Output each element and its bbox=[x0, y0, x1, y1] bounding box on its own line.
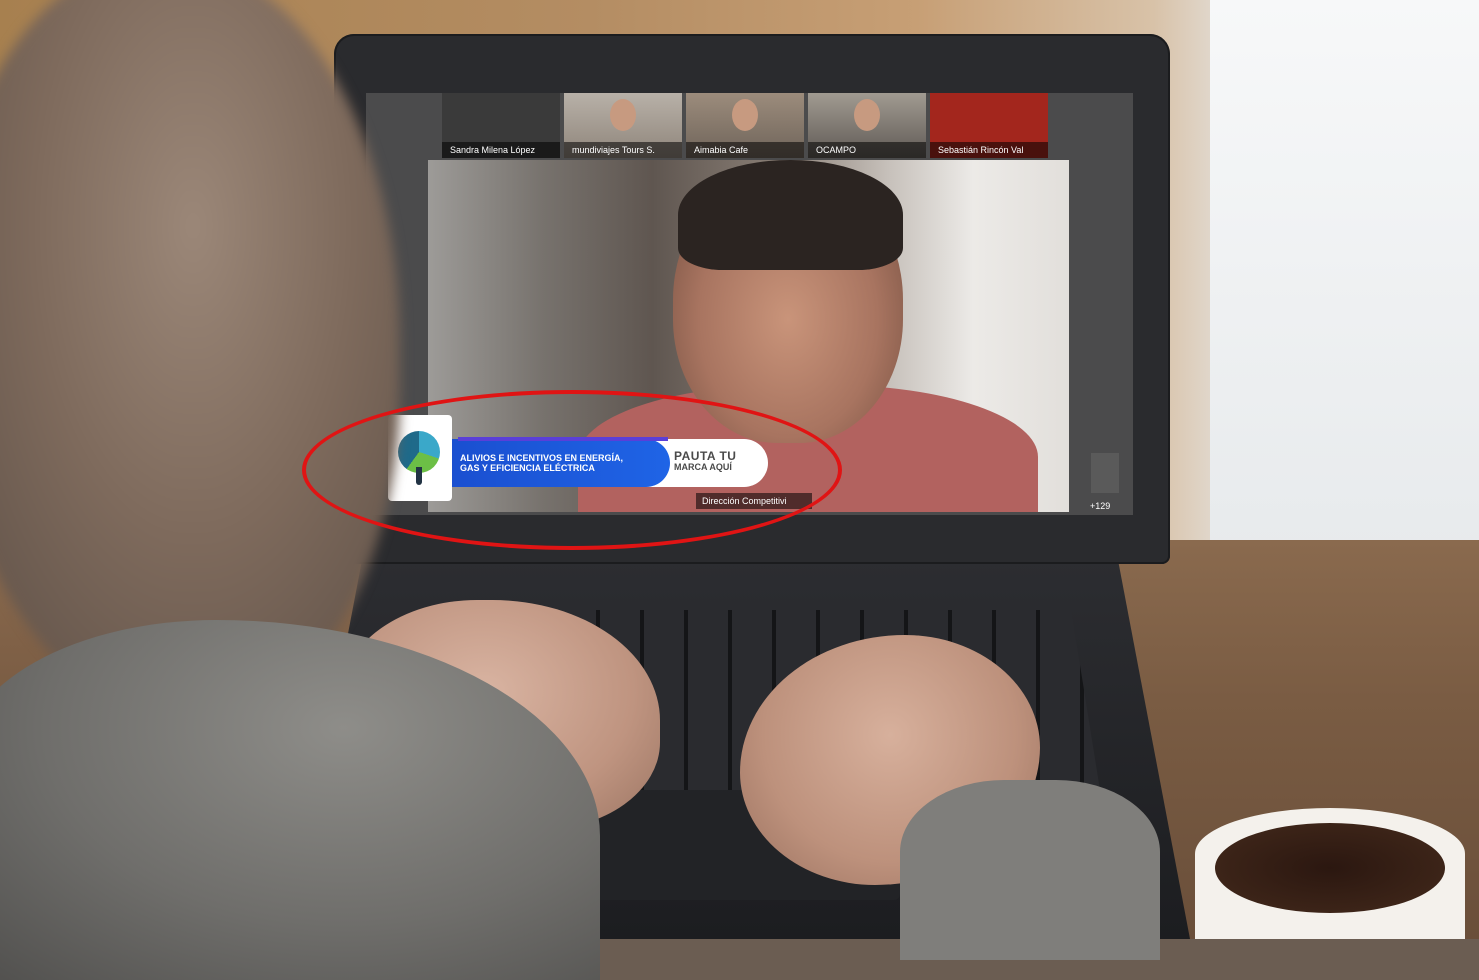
speaker-hair bbox=[678, 160, 903, 270]
participant-tile[interactable]: Aimabia Cafe bbox=[686, 93, 804, 158]
background-window bbox=[1210, 0, 1479, 560]
more-participants-count[interactable]: +129 bbox=[1090, 501, 1110, 511]
coffee bbox=[1215, 823, 1445, 913]
participant-name: mundiviajes Tours S. bbox=[564, 142, 682, 158]
participant-strip: Sandra Milena López mundiviajes Tours S.… bbox=[442, 93, 1052, 158]
red-highlight-ellipse bbox=[302, 390, 842, 550]
participant-tile[interactable]: OCAMPO bbox=[808, 93, 926, 158]
participant-tile[interactable]: Sandra Milena López bbox=[442, 93, 560, 158]
participant-avatar bbox=[854, 99, 880, 131]
participant-name: OCAMPO bbox=[808, 142, 926, 158]
participant-name: Aimabia Cafe bbox=[686, 142, 804, 158]
side-participant-tile[interactable] bbox=[1091, 453, 1119, 493]
participant-name: Sandra Milena López bbox=[442, 142, 560, 158]
participant-tile[interactable]: mundiviajes Tours S. bbox=[564, 93, 682, 158]
participant-avatar bbox=[610, 99, 636, 131]
right-sleeve bbox=[900, 780, 1160, 960]
person-head bbox=[0, 0, 400, 720]
participant-name: Sebastián Rincón Val bbox=[930, 142, 1048, 158]
participant-avatar bbox=[732, 99, 758, 131]
participant-tile[interactable]: Sebastián Rincón Val bbox=[930, 93, 1048, 158]
